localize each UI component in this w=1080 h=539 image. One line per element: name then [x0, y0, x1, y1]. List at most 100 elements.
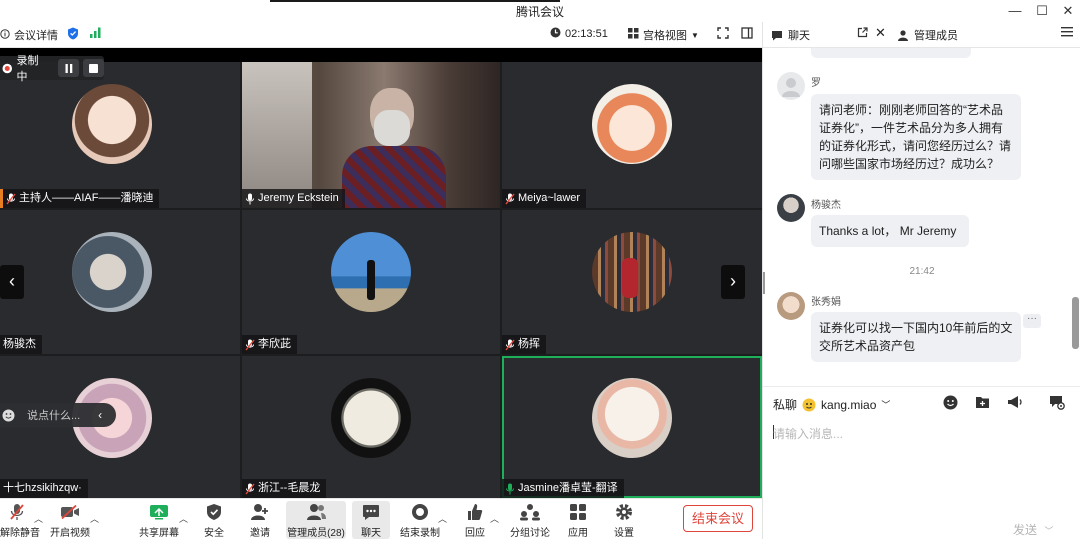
prev-page-arrow[interactable]: ‹ [0, 265, 24, 299]
message-bubble[interactable]: Thanks a lot， Mr Jeremy [811, 215, 969, 247]
participant-name: Meiya~lawer [518, 192, 581, 204]
stop-recording-button[interactable]: 结束录制 [399, 501, 441, 539]
maximize-button[interactable]: ☐ [1031, 2, 1053, 20]
start-video-button[interactable]: 开启视频 [48, 501, 92, 539]
minimize-button[interactable]: — [1004, 2, 1026, 20]
stop-recording-button[interactable] [83, 59, 104, 77]
chevron-right-icon: › [730, 271, 736, 291]
settings-button[interactable]: 设置 [608, 501, 640, 539]
message-input[interactable]: 请输入消息... [773, 425, 843, 442]
end-meeting-button[interactable]: 结束会议 [683, 505, 753, 532]
manage-members-button[interactable]: 管理成员(28) [286, 501, 346, 539]
avatar-figure [367, 260, 375, 300]
message-bubble[interactable]: 证券化可以找一下国内10年前后的文交所艺术品资产包 [811, 312, 1021, 362]
message-more-button[interactable]: ··· [1023, 314, 1041, 328]
view-switch-button[interactable]: 宫格视图 ▼ [628, 27, 699, 43]
video-tile[interactable]: 杨骏杰 [0, 210, 240, 354]
tab-members[interactable]: 管理成员 [897, 27, 958, 43]
chat-scrollbar[interactable] [1072, 297, 1079, 349]
video-tile[interactable]: 李欣茈 [242, 210, 500, 354]
message-sender: 罗 [811, 78, 821, 89]
unmute-label: 解除静音 [0, 528, 40, 539]
grid-view-icon [628, 28, 639, 42]
shield-icon[interactable] [67, 27, 79, 40]
invite-button[interactable]: 邀请 [243, 501, 277, 539]
video-off-icon [61, 505, 79, 519]
send-button[interactable]: 发送 ﹀ [1013, 521, 1053, 538]
avatar [592, 378, 672, 458]
announcement-icon[interactable] [1007, 395, 1023, 414]
apps-label: 应用 [568, 528, 588, 539]
pause-recording-button[interactable] [58, 59, 79, 77]
share-screen-button[interactable]: 共享屏幕 [137, 501, 181, 539]
quick-chat-input[interactable]: 说点什么... ‹ [0, 403, 116, 427]
chat-button[interactable]: 聊天 [352, 501, 390, 539]
recipient-avatar-icon [802, 398, 816, 411]
popout-icon[interactable] [857, 27, 868, 38]
unmute-button[interactable]: 解除静音 [0, 501, 40, 539]
title-bar: 腾讯会议 — ☐ ✕ [0, 0, 1080, 22]
video-person-body [342, 146, 446, 208]
chat-panel: 聊天 ✕ 管理成员 罗 请问老师：刚刚老师回答的“艺术品证券化”，一件艺术品分为… [762, 22, 1080, 539]
video-tile[interactable]: Jeremy Eckstein [242, 62, 500, 208]
chevron-down-icon: ﹀ [1044, 526, 1054, 536]
send-label: 发送 [1013, 523, 1038, 537]
avatar [72, 84, 152, 164]
video-tile[interactable]: 十七hzsikihzqw· [0, 356, 240, 498]
recording-options-caret[interactable]: ︿ [438, 512, 447, 525]
audio-options-caret[interactable]: ︿ [34, 512, 43, 525]
chevron-left-icon[interactable]: ‹ [98, 408, 102, 422]
private-chat-selector[interactable]: 私聊 kang.miao ﹀ [773, 396, 890, 413]
video-tile-active-speaker[interactable]: Jasmine潘卓莹-翻译 [502, 356, 762, 498]
participant-name: 浙江--毛晨龙 [258, 482, 321, 494]
emoji-icon[interactable] [943, 395, 958, 415]
panel-tabs: 聊天 ✕ 管理成员 [763, 22, 1080, 48]
chat-icon [363, 504, 379, 520]
mic-muted-icon [245, 339, 255, 350]
apps-icon [570, 504, 586, 520]
fullscreen-icon[interactable] [717, 27, 729, 39]
grid-top-strip [0, 48, 762, 62]
menu-icon[interactable] [1061, 26, 1073, 37]
close-panel-icon[interactable]: ✕ [875, 25, 886, 41]
participant-name-tag: Jasmine潘卓莹-翻译 [502, 479, 624, 498]
chat-settings-icon[interactable] [1049, 395, 1065, 415]
private-chat-label: 私聊 [773, 398, 798, 412]
meeting-details-button[interactable]: 会议详情 [0, 27, 58, 43]
chat-icon [772, 30, 782, 40]
thumbs-up-icon [468, 504, 483, 520]
chat-label: 聊天 [361, 528, 381, 539]
default-user-icon [782, 78, 800, 97]
share-options-caret[interactable]: ︿ [179, 512, 188, 525]
video-options-caret[interactable]: ︿ [90, 512, 99, 525]
chevron-down-icon: ▼ [691, 30, 699, 40]
video-tile[interactable]: Meiya~lawer [502, 62, 762, 208]
reaction-options-caret[interactable]: ︿ [490, 512, 499, 525]
folder-icon[interactable] [975, 395, 990, 414]
participant-name-tag: Jeremy Eckstein [242, 189, 345, 208]
tab-chat-label: 聊天 [788, 30, 810, 42]
participant-name-tag: 李欣茈 [242, 335, 297, 354]
security-button[interactable]: 安全 [198, 501, 230, 539]
message-bubble[interactable]: 请问老师：刚刚老师回答的“艺术品证券化”，一件艺术品分为多人拥有的证券化形式，请… [811, 94, 1021, 180]
sidebar-toggle-icon[interactable] [741, 27, 753, 39]
breakout-rooms-button[interactable]: 分组讨论 [508, 501, 552, 539]
panel-resize-handle[interactable] [763, 272, 765, 294]
video-tile[interactable]: 浙江--毛晨龙 [242, 356, 500, 498]
message-sender: 杨骏杰 [811, 200, 841, 211]
mic-active-icon [506, 483, 514, 494]
quick-chat-placeholder: 说点什么... [27, 410, 81, 422]
video-person-beard [374, 110, 410, 146]
participant-name: Jasmine潘卓莹-翻译 [518, 482, 618, 494]
tab-chat[interactable]: 聊天 [771, 27, 810, 43]
close-button[interactable]: ✕ [1057, 2, 1079, 20]
window-title: 腾讯会议 [515, 5, 564, 19]
reaction-button[interactable]: 回应 [460, 501, 490, 539]
mic-muted-icon [505, 339, 515, 350]
participant-name-tag: 主持人——AIAF——潘晓迪 [0, 189, 160, 208]
next-page-arrow[interactable]: › [721, 265, 745, 299]
participant-name: 李欣茈 [258, 338, 291, 350]
video-background-window [242, 62, 312, 208]
message-sender: 张秀娟 [811, 297, 841, 308]
apps-button[interactable]: 应用 [562, 501, 594, 539]
